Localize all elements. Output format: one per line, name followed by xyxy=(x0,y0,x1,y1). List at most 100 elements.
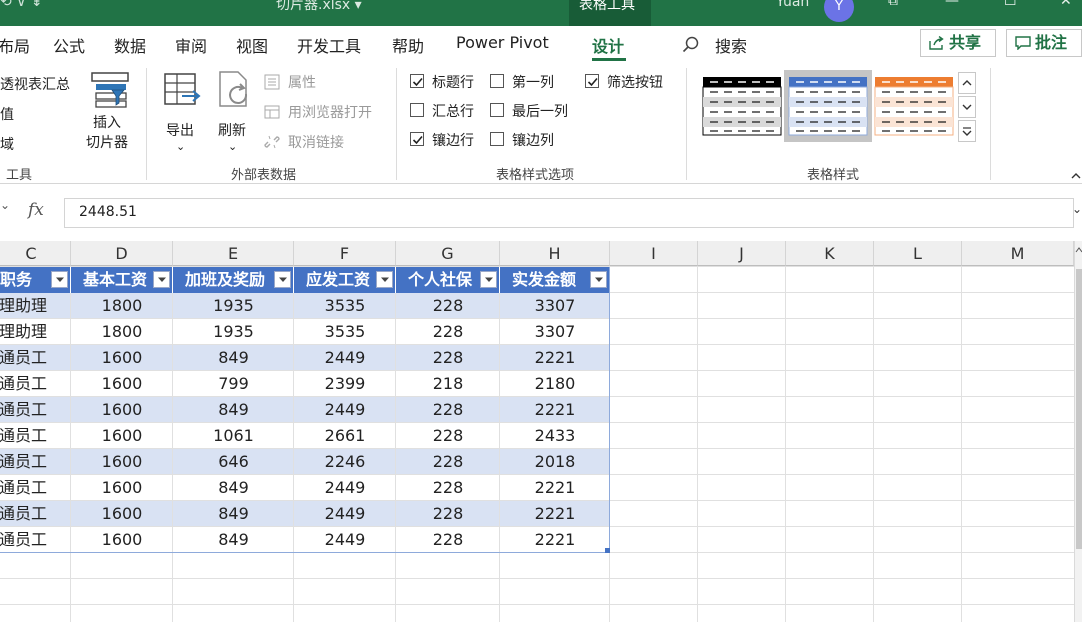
table-cell[interactable]: 228 xyxy=(396,501,500,527)
table-cell[interactable]: 2449 xyxy=(294,397,396,423)
table-cell[interactable]: 通员工 xyxy=(0,371,71,397)
table-cell[interactable]: 228 xyxy=(396,475,500,501)
worksheet-grid[interactable]: C D E F G H I J K L M 职务 基本工资 加班及奖励 应发工资 个人社保 实发金额 理助理 180… xyxy=(0,241,1082,622)
table-cell[interactable]: 1061 xyxy=(173,423,294,449)
table-cell[interactable]: 2221 xyxy=(500,397,610,423)
table-cell[interactable]: 228 xyxy=(396,345,500,371)
column-header-h[interactable]: H xyxy=(500,241,610,266)
checkbox-first-column[interactable] xyxy=(490,74,504,88)
file-name[interactable]: 切片器.xlsx ▾ xyxy=(276,0,362,14)
tab-developer[interactable]: 开发工具 xyxy=(297,33,361,57)
checkbox-banded-rows[interactable] xyxy=(410,132,424,146)
column-header-i[interactable]: I xyxy=(610,241,698,266)
checkbox-total-row[interactable] xyxy=(410,103,424,117)
filter-dropdown-button[interactable] xyxy=(153,271,170,288)
table-cell[interactable]: 1600 xyxy=(71,371,173,397)
table-cell[interactable]: 849 xyxy=(173,397,294,423)
table-cell[interactable]: 通员工 xyxy=(0,501,71,527)
tab-design[interactable]: 设计 xyxy=(592,33,624,57)
minimize-button[interactable]: — xyxy=(945,0,959,9)
table-cell[interactable]: 228 xyxy=(396,319,500,345)
table-cell[interactable]: 1600 xyxy=(71,527,173,553)
scroll-thumb[interactable] xyxy=(1076,269,1082,549)
table-style-orange[interactable] xyxy=(874,76,954,136)
option-banded-columns[interactable]: 镶边列 xyxy=(490,130,570,150)
table-style-blue[interactable] xyxy=(788,76,868,136)
ribbon-display-options-icon[interactable]: ⧉ xyxy=(888,0,898,9)
table-cell[interactable]: 2221 xyxy=(500,475,610,501)
search-icon[interactable] xyxy=(682,36,700,54)
remove-duplicates-button[interactable]: 值 xyxy=(0,104,14,124)
table-cell[interactable]: 2221 xyxy=(500,527,610,553)
column-header-e[interactable]: E xyxy=(173,241,294,266)
avatar[interactable]: Y xyxy=(824,0,854,22)
tab-help[interactable]: 帮助 xyxy=(392,33,424,57)
insert-slicer-button[interactable]: 插入 切片器 xyxy=(84,70,136,160)
table-cell[interactable]: 理助理 xyxy=(0,293,71,319)
summarize-pivot-button[interactable]: 透视表汇总 xyxy=(0,74,70,94)
table-cell[interactable]: 646 xyxy=(173,449,294,475)
styles-scroll-up-button[interactable] xyxy=(958,72,976,94)
option-total-row[interactable]: 汇总行 xyxy=(410,101,490,121)
table-cell[interactable]: 849 xyxy=(173,527,294,553)
option-banded-rows[interactable]: 镶边行 xyxy=(410,130,490,150)
checkbox-header-row[interactable] xyxy=(410,74,424,88)
checkbox-last-column[interactable] xyxy=(490,103,504,117)
table-cell[interactable]: 1600 xyxy=(71,475,173,501)
export-button[interactable]: 导出 ⌄ xyxy=(160,70,204,160)
table-cell[interactable]: 3307 xyxy=(500,319,610,345)
table-resize-handle[interactable] xyxy=(605,548,610,553)
table-cell[interactable]: 2018 xyxy=(500,449,610,475)
scroll-up-icon[interactable] xyxy=(1075,245,1082,255)
table-cell[interactable]: 849 xyxy=(173,475,294,501)
table-cell[interactable]: 通员工 xyxy=(0,475,71,501)
table-cell[interactable]: 849 xyxy=(173,501,294,527)
option-header-row[interactable]: 标题行 xyxy=(410,72,490,92)
table-cell[interactable]: 2661 xyxy=(294,423,396,449)
option-first-column[interactable]: 第一列 xyxy=(490,72,570,92)
table-cell[interactable]: 2433 xyxy=(500,423,610,449)
maximize-button[interactable]: ☐ xyxy=(1004,0,1017,9)
checkbox-filter-button[interactable] xyxy=(585,74,599,88)
option-filter-button[interactable]: 筛选按钮 xyxy=(585,72,675,92)
table-cell[interactable]: 1600 xyxy=(71,345,173,371)
table-cell[interactable]: 1600 xyxy=(71,397,173,423)
column-header-f[interactable]: F xyxy=(294,241,396,266)
table-cell[interactable]: 228 xyxy=(396,293,500,319)
table-cell[interactable]: 3535 xyxy=(294,293,396,319)
table-cell[interactable]: 2180 xyxy=(500,371,610,397)
table-cell[interactable]: 2449 xyxy=(294,345,396,371)
filter-dropdown-button[interactable] xyxy=(376,271,393,288)
table-cell[interactable]: 799 xyxy=(173,371,294,397)
table-cell[interactable]: 228 xyxy=(396,423,500,449)
filter-dropdown-button[interactable] xyxy=(274,271,291,288)
column-header-g[interactable]: G xyxy=(396,241,500,266)
table-cell[interactable]: 1800 xyxy=(71,293,173,319)
table-cell[interactable]: 849 xyxy=(173,345,294,371)
table-cell[interactable]: 2449 xyxy=(294,501,396,527)
table-cell[interactable]: 2449 xyxy=(294,527,396,553)
quick-access-toolbar[interactable]: ⟲ ∨ ⇟ xyxy=(0,0,43,10)
styles-scroll-down-button[interactable] xyxy=(958,96,976,118)
user-name[interactable]: Yuan xyxy=(776,0,809,10)
column-header-l[interactable]: L xyxy=(874,241,962,266)
table-cell[interactable]: 理助理 xyxy=(0,319,71,345)
collapse-ribbon-icon[interactable] xyxy=(1070,170,1082,182)
table-cell[interactable]: 通员工 xyxy=(0,423,71,449)
filter-dropdown-button[interactable] xyxy=(51,271,68,288)
comment-button[interactable]: 批注 xyxy=(1006,29,1082,57)
search-label[interactable]: 搜索 xyxy=(715,33,747,57)
table-cell[interactable]: 3535 xyxy=(294,319,396,345)
close-button[interactable]: ✕ xyxy=(1060,0,1072,9)
unlink-button[interactable]: 取消链接 xyxy=(264,132,354,154)
tab-power-pivot[interactable]: Power Pivot xyxy=(456,33,549,52)
styles-more-button[interactable] xyxy=(958,120,976,142)
table-cell[interactable]: 218 xyxy=(396,371,500,397)
table-cell[interactable]: 2449 xyxy=(294,475,396,501)
table-cell[interactable]: 1800 xyxy=(71,319,173,345)
table-cell[interactable]: 228 xyxy=(396,449,500,475)
insert-function-button[interactable]: fx xyxy=(28,200,44,220)
tab-formulas[interactable]: 公式 xyxy=(53,33,85,57)
properties-button[interactable]: 属性 xyxy=(264,72,354,94)
table-cell[interactable]: 通员工 xyxy=(0,527,71,553)
